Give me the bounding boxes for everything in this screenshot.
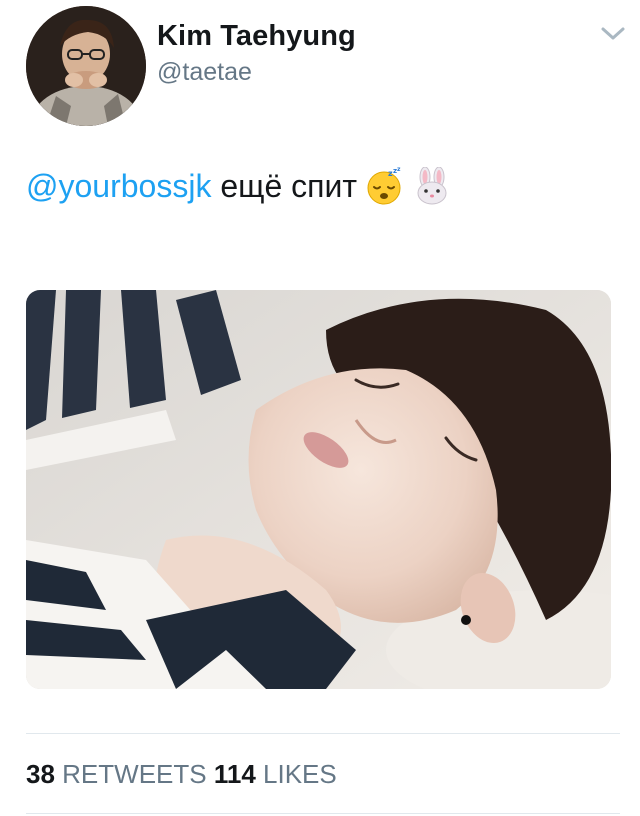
divider-bottom <box>26 813 620 814</box>
svg-text:z: z <box>397 167 401 173</box>
rabbit-face-icon <box>417 167 447 205</box>
chevron-down-icon[interactable] <box>600 26 626 42</box>
sleeping-face-icon: z z z <box>367 167 401 205</box>
retweets-count[interactable]: 38 <box>26 759 55 789</box>
tweet-media-image[interactable] <box>26 290 611 689</box>
mention-link[interactable]: @yourbossjk <box>26 168 211 204</box>
display-name[interactable]: Kim Taehyung <box>157 20 356 53</box>
likes-label[interactable]: LIKES <box>263 759 337 789</box>
avatar[interactable] <box>26 6 146 126</box>
tweet-body-text: ещё спит <box>220 168 357 204</box>
retweets-label[interactable]: RETWEETS <box>62 759 206 789</box>
engagement-stats: 38 RETWEETS 114 LIKES <box>26 759 337 790</box>
divider-top <box>26 733 620 734</box>
user-handle[interactable]: @taetae <box>157 58 252 87</box>
likes-count[interactable]: 114 <box>214 759 256 789</box>
avatar-photo <box>26 6 146 126</box>
photo-sleeping-person <box>26 290 611 689</box>
tweet-text: @yourbossjk ещё спит z z z <box>26 166 451 206</box>
